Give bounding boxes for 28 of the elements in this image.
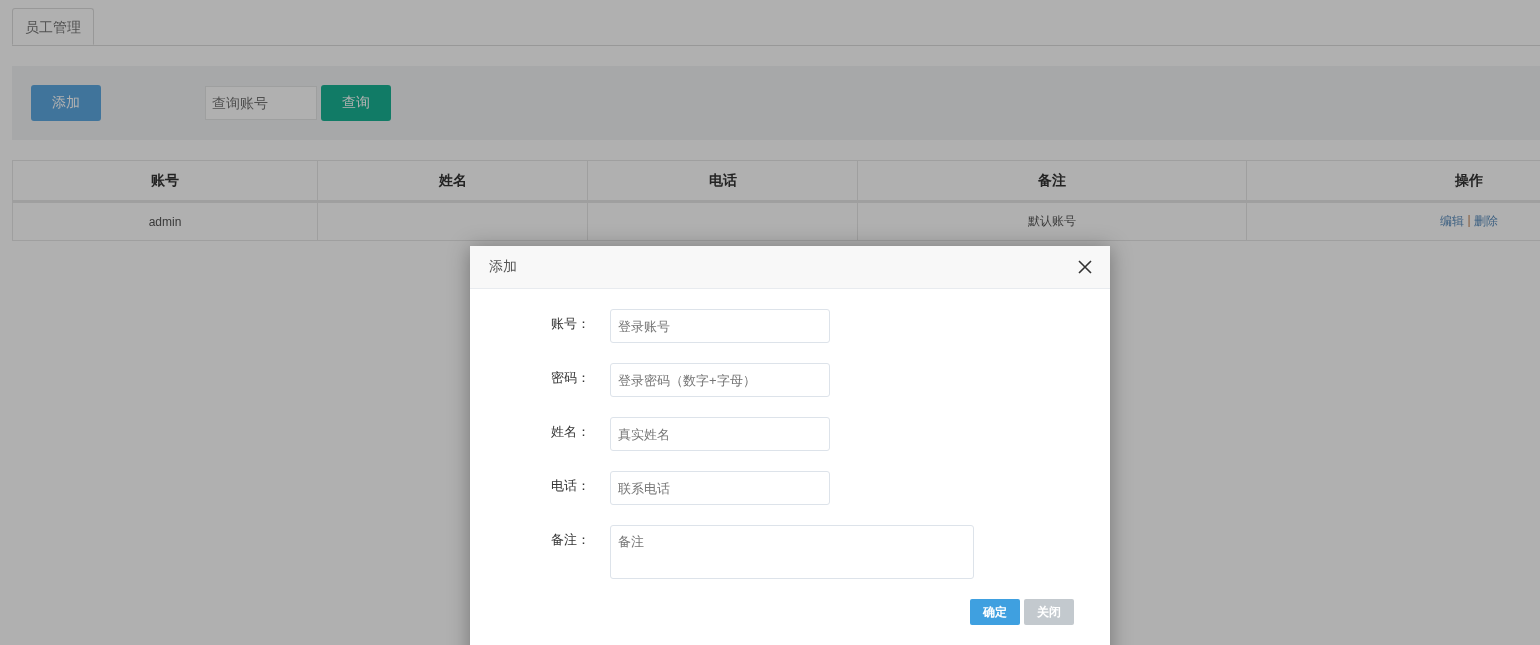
table-cell: 默认账号	[857, 201, 1247, 241]
input-field[interactable]: 真实姓名	[610, 417, 830, 451]
delete-link[interactable]: 删除	[1473, 213, 1498, 230]
separator: |	[1467, 213, 1471, 229]
field-label: 密码：	[550, 369, 591, 387]
input-field[interactable]: 登录密码（数字+字母）	[610, 363, 830, 397]
field-label: 账号：	[550, 315, 591, 333]
column-header: 姓名	[317, 160, 588, 202]
close-button[interactable]: 关闭	[1024, 599, 1074, 625]
confirm-button[interactable]: 确定	[970, 599, 1020, 625]
search-button[interactable]: 查询	[321, 85, 391, 121]
field-label: 姓名：	[550, 423, 591, 441]
input-field[interactable]: 联系电话	[610, 471, 830, 505]
field-label: 电话：	[550, 477, 591, 495]
field-label: 备注：	[550, 531, 591, 549]
add-button[interactable]: 添加	[31, 85, 101, 121]
column-header: 账号	[12, 160, 318, 202]
close-icon[interactable]	[1078, 260, 1092, 274]
table-cell: admin	[12, 201, 318, 241]
input-field[interactable]: 登录账号	[610, 309, 830, 343]
column-header: 电话	[587, 160, 858, 202]
column-header: 操作	[1246, 160, 1540, 202]
text-area[interactable]: 备注	[610, 525, 974, 579]
search-field[interactable]: 查询账号	[205, 86, 317, 120]
edit-link[interactable]: 编辑	[1440, 213, 1465, 230]
tab[interactable]: 员工管理	[12, 8, 94, 45]
dialog-title: 添加	[489, 258, 517, 276]
column-header: 备注	[857, 160, 1247, 202]
